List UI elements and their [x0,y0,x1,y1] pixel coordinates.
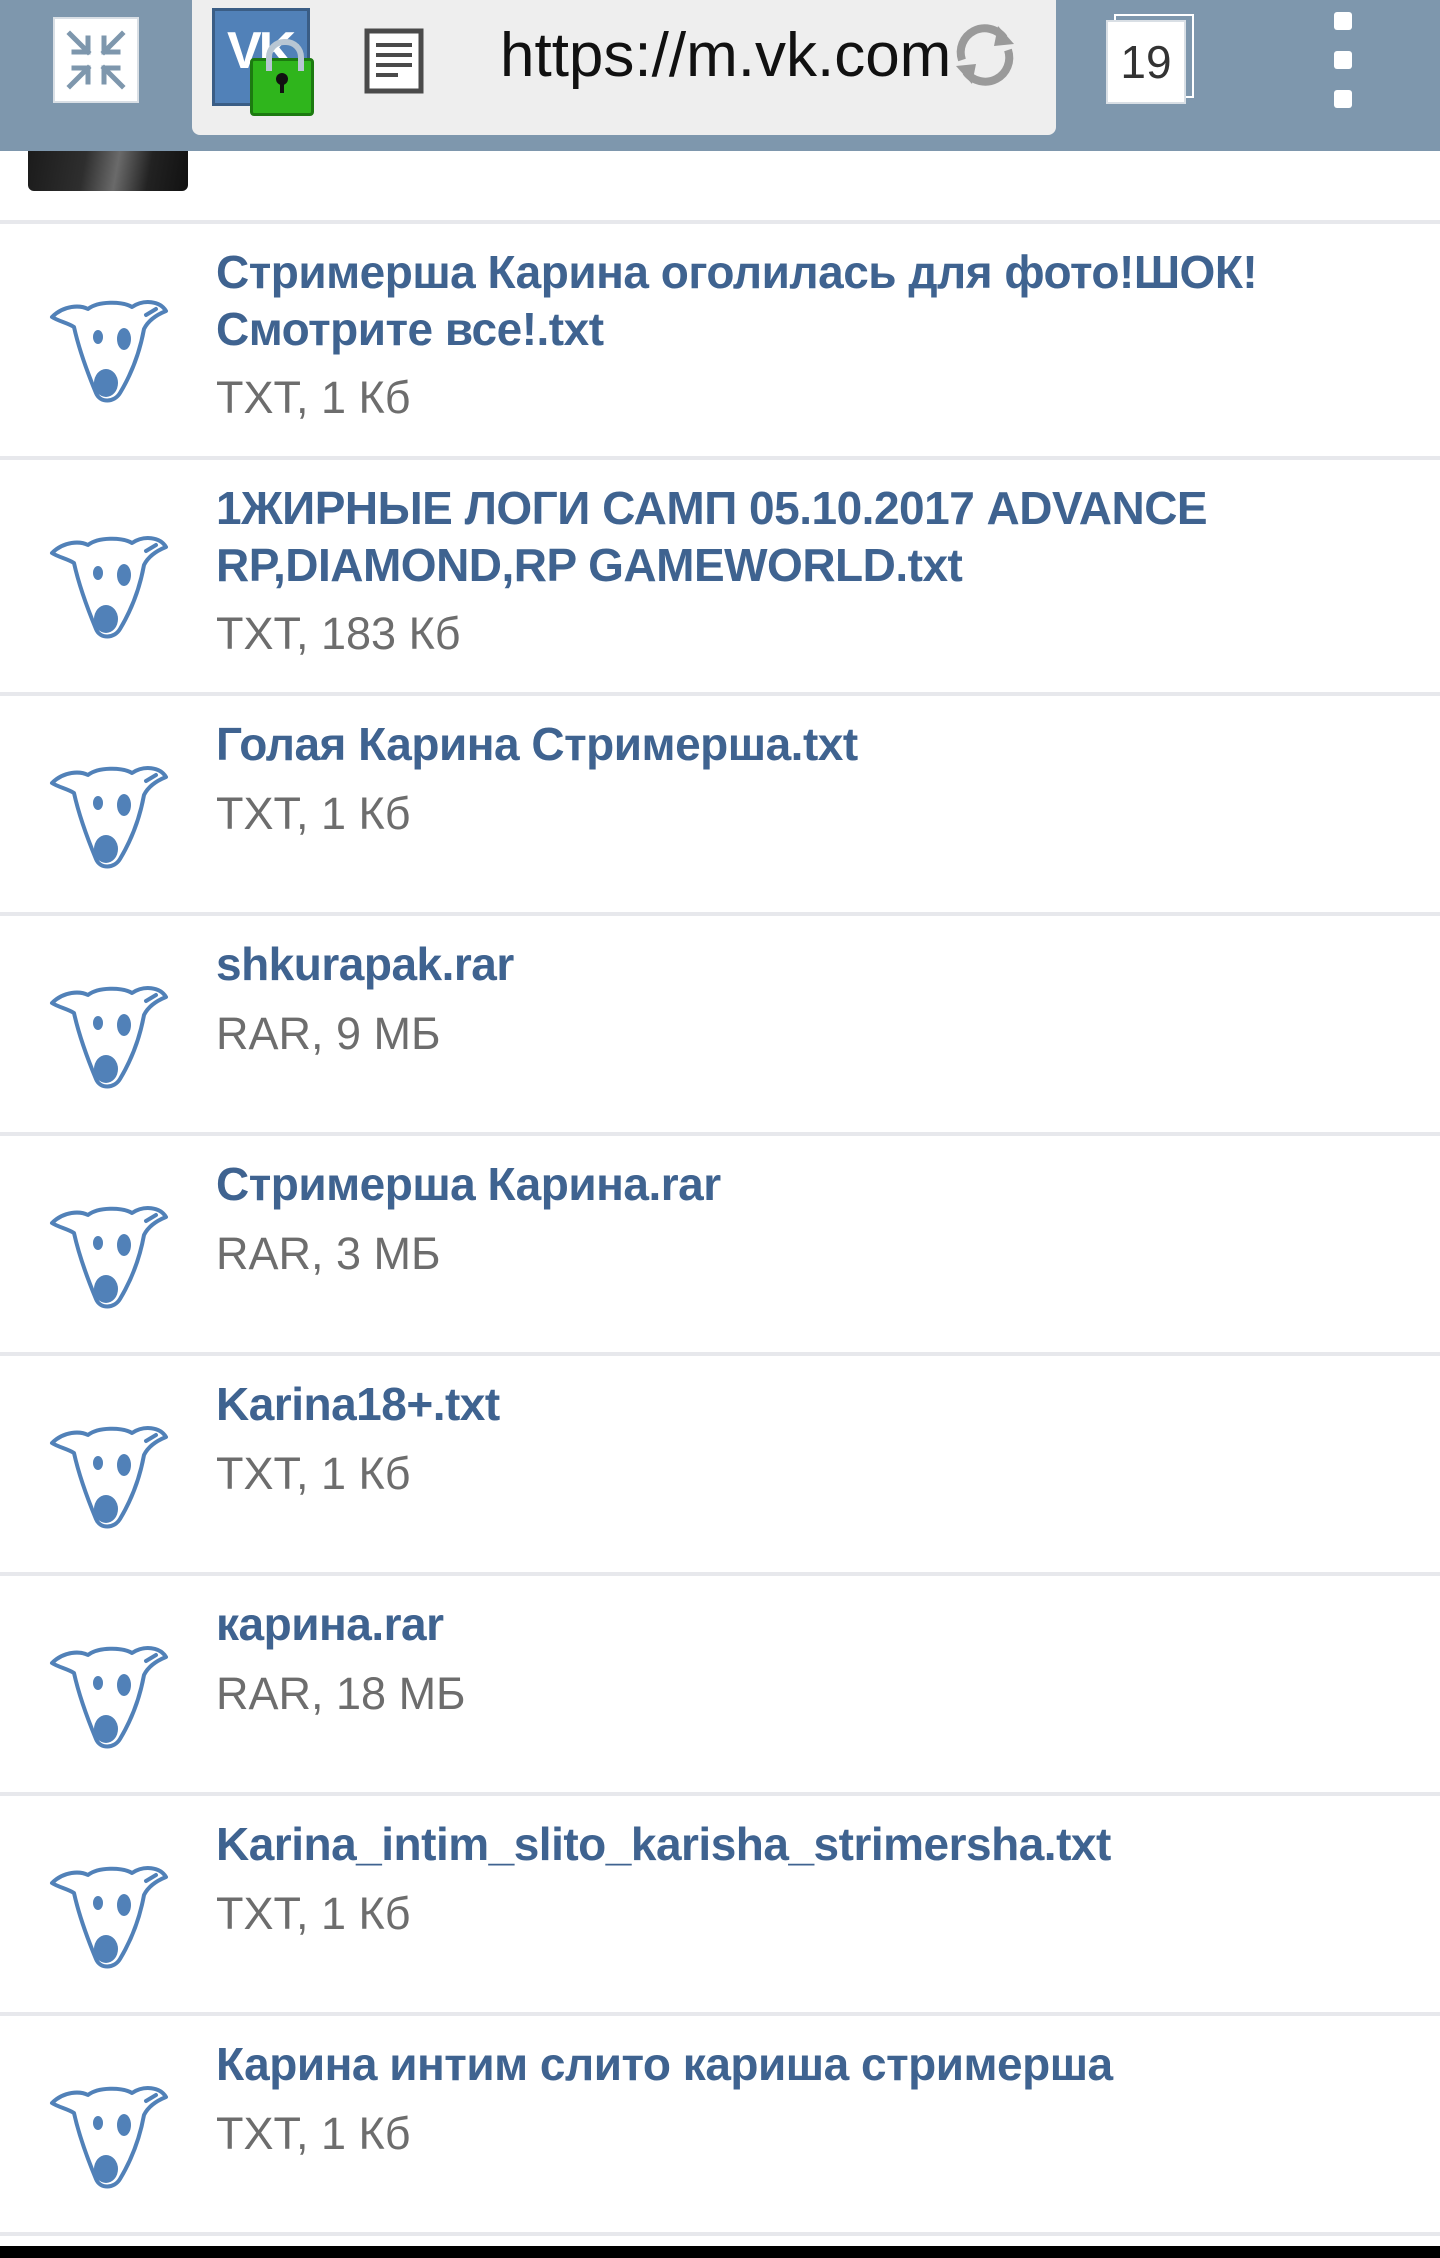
document-meta: TXT, 1 Кб [216,1448,411,1499]
reload-icon[interactable] [948,18,1022,92]
document-title-link[interactable]: карина.rar [216,1596,1396,1653]
vk-dog-placeholder-icon [50,986,168,1089]
document-item[interactable]: Стримерша Карина оголилась для фото!ШОК!… [0,224,1440,460]
document-meta: TXT, 1 Кб [216,2108,411,2159]
exit-fullscreen-button[interactable] [50,14,142,106]
document-thumbnail [28,1604,188,1764]
document-meta: RAR, 3 МБ [216,1228,441,1279]
shrink-arrows-icon [66,30,126,90]
document-item[interactable]: Karina_intim_slito_karisha_strimersha.tx… [0,1796,1440,2016]
document-item[interactable]: Голая Карина Стримерша.txt TXT, 1 Кб [0,696,1440,916]
browser-toolbar: VK https://m.vk.com 19 [0,0,1440,151]
browser-viewport: VK https://m.vk.com 19 Стримерша Карина … [0,0,1440,2258]
divider [0,2232,1440,2236]
document-thumbnail [28,724,188,884]
document-title-link[interactable]: shkurapak.rar [216,936,1396,993]
document-meta: TXT, 1 Кб [216,788,411,839]
document-thumbnail [28,494,188,654]
document-title-link[interactable]: Karina18+.txt [216,1376,1396,1433]
vk-dog-placeholder-icon [50,1206,168,1309]
vk-dog-placeholder-icon [50,1646,168,1749]
vk-dog-placeholder-icon [50,536,168,639]
document-meta: TXT, 183 Кб [216,608,461,659]
document-title-link[interactable]: Голая Карина Стримерша.txt [216,716,1396,773]
document-thumbnail [28,258,188,418]
document-meta: TXT, 1 Кб [216,372,411,423]
document-thumbnail [28,2044,188,2204]
document-meta: TXT, 1 Кб [216,1888,411,1939]
document-title-link[interactable]: Karina_intim_slito_karisha_strimersha.tx… [216,1816,1396,1873]
document-item[interactable]: Karina18+.txt TXT, 1 Кб [0,1356,1440,1576]
document-title-link[interactable]: 1ЖИРНЫЕ ЛОГИ САМП 05.10.2017 ADVANCE RP,… [216,480,1396,594]
vk-dog-placeholder-icon [50,2086,168,2189]
vk-dog-placeholder-icon [50,766,168,869]
document-title-link[interactable]: Карина интим слито кариша стримерша [216,2036,1396,2093]
document-item[interactable]: Карина интим слито кариша стримерша TXT,… [0,2016,1440,2236]
previous-item-thumbnail[interactable] [28,151,188,191]
document-title-link[interactable]: Стримерша Карина оголилась для фото!ШОК!… [216,244,1396,358]
document-thumbnail [28,1164,188,1324]
vk-dog-placeholder-icon [50,1866,168,1969]
document-thumbnail [28,1824,188,1984]
document-item[interactable]: карина.rar RAR, 18 МБ [0,1576,1440,1796]
document-meta: RAR, 18 МБ [216,1668,466,1719]
secure-lock-icon[interactable] [250,39,314,116]
document-item[interactable]: Стримерша Карина.rar RAR, 3 МБ [0,1136,1440,1356]
tab-count: 19 [1106,20,1186,104]
document-title-link[interactable]: Стримерша Карина.rar [216,1156,1396,1213]
overflow-menu-icon[interactable] [1318,12,1368,108]
document-item[interactable]: shkurapak.rar RAR, 9 МБ [0,916,1440,1136]
vk-dog-placeholder-icon [50,300,168,403]
url-bar[interactable]: VK https://m.vk.com [192,0,1056,135]
reader-mode-icon[interactable] [364,28,426,94]
document-thumbnail [28,944,188,1104]
document-item[interactable]: 1ЖИРНЫЕ ЛОГИ САМП 05.10.2017 ADVANCE RP,… [0,460,1440,696]
vk-dog-placeholder-icon [50,1426,168,1529]
document-thumbnail [28,1384,188,1544]
document-meta: RAR, 9 МБ [216,1008,441,1059]
tab-switcher-button[interactable]: 19 [1106,14,1196,104]
bottom-edge [0,2246,1440,2258]
